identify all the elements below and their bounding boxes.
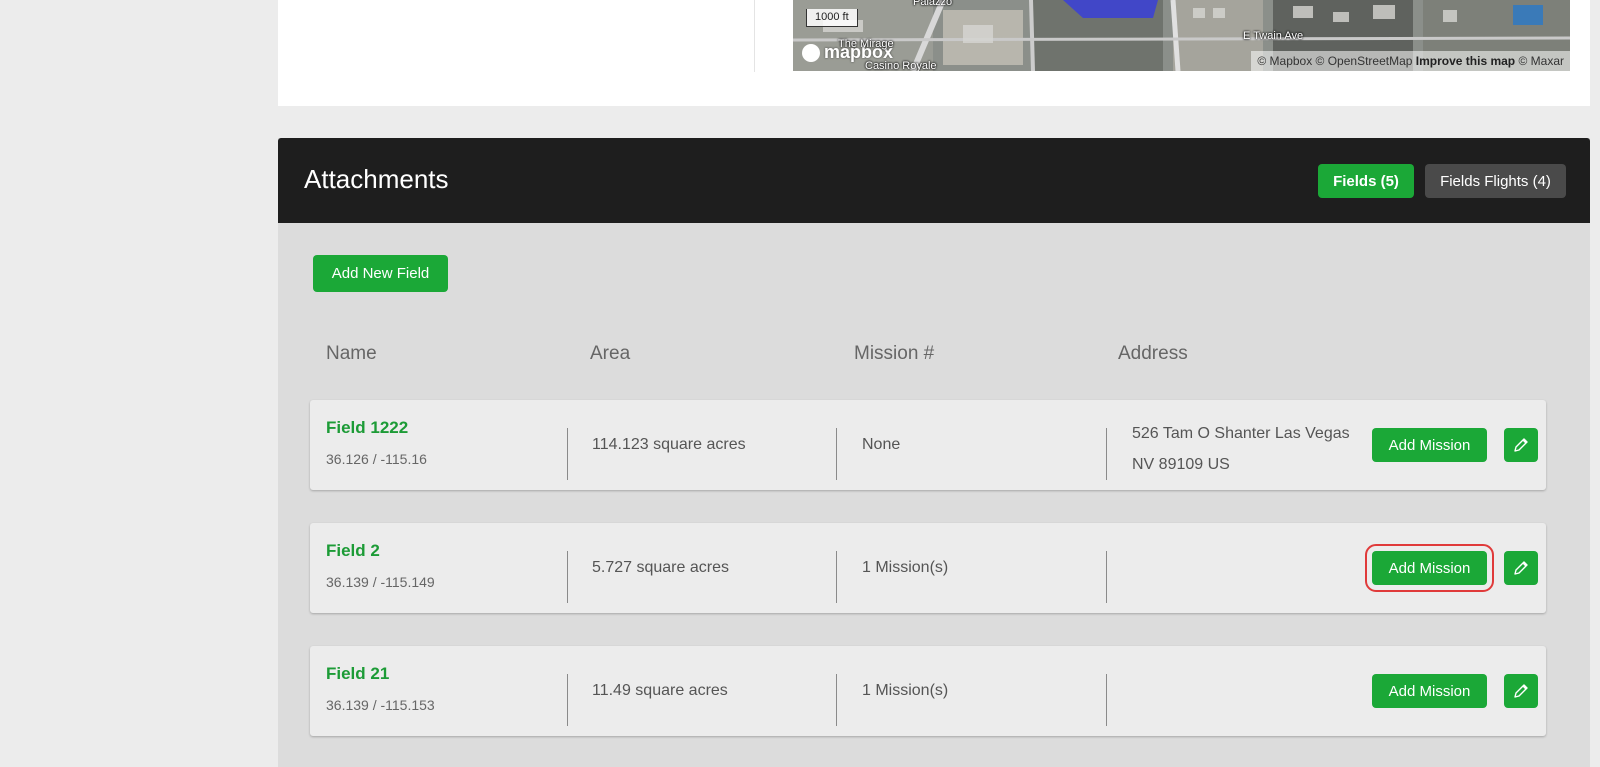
field-row: Field 2 36.139 / -115.149 5.727 square a… [310,523,1546,613]
column-divider [836,551,837,603]
attribution-maxar: © Maxar [1518,54,1564,68]
field-row: Field 21 36.139 / -115.153 11.49 square … [310,646,1546,736]
field-name-link[interactable]: Field 2 [326,541,380,561]
card-divider [754,0,755,72]
column-header-name: Name [326,343,377,364]
map-label: Palazzo [913,0,953,8]
address-line-1: 526 Tam O Shanter Las Vegas [1132,425,1350,442]
pencil-icon [1514,561,1528,575]
edit-field-button[interactable] [1504,551,1538,585]
address-line-2: NV 89109 US [1132,456,1230,473]
add-new-field-button[interactable]: Add New Field [313,255,448,292]
add-mission-button[interactable]: Add Mission [1372,674,1487,708]
field-missions: 1 Mission(s) [862,682,949,699]
field-missions: 1 Mission(s) [862,559,949,576]
mapbox-logo-icon [802,43,820,62]
attachments-header: Attachments Fields (5) Fields Flights (4… [278,138,1590,223]
map-scale: 1000 ft [806,9,858,27]
column-header-address: Address [1118,343,1188,364]
map-attribution: © Mapbox © OpenStreetMap Improve this ma… [1251,51,1570,71]
field-row: Field 1222 36.126 / -115.16 114.123 squa… [310,400,1546,490]
column-divider [567,551,568,603]
attachments-title: Attachments [304,164,449,194]
field-missions: None [862,436,901,453]
pencil-icon [1514,438,1528,452]
column-divider [567,428,568,480]
improve-map-link[interactable]: Improve this map [1416,54,1515,68]
column-header-area: Area [590,343,631,364]
edit-field-button[interactable] [1504,428,1538,462]
column-divider [567,674,568,726]
field-coordinates: 36.139 / -115.153 [326,697,435,713]
field-name-link[interactable]: Field 1222 [326,418,408,438]
field-coordinates: 36.139 / -115.149 [326,574,435,590]
column-divider [836,674,837,726]
tab-fields[interactable]: Fields (5) [1318,164,1414,198]
field-coordinates: 36.126 / -115.16 [326,451,427,467]
satellite-map[interactable]: 1000 ft mapbox Palazzo The Mirage Casino… [793,0,1570,71]
map-label: E Twain Ave [1243,30,1304,42]
attachments-panel: Attachments Fields (5) Fields Flights (4… [278,138,1590,767]
edit-field-button[interactable] [1504,674,1538,708]
column-divider [1106,551,1107,603]
attribution-text: © Mapbox © OpenStreetMap [1257,54,1413,68]
field-area: 114.123 square acres [592,436,746,453]
map-label: The Mirage [838,38,894,50]
field-area: 5.727 square acres [592,559,729,576]
field-summary-card: 1000 ft mapbox Palazzo The Mirage Casino… [278,0,1590,106]
pencil-icon [1514,684,1528,698]
column-divider [1106,428,1107,480]
field-address: 526 Tam O Shanter Las Vegas NV 89109 US [1132,418,1350,480]
column-divider [836,428,837,480]
tab-fields-flights[interactable]: Fields Flights (4) [1425,164,1566,198]
map-label: Casino Royale [865,60,937,71]
add-mission-button[interactable]: Add Mission [1365,544,1494,592]
column-header-mission: Mission # [854,343,935,364]
column-divider [1106,674,1107,726]
field-area: 11.49 square acres [592,682,728,699]
add-mission-button[interactable]: Add Mission [1372,428,1487,462]
field-name-link[interactable]: Field 21 [326,664,389,684]
